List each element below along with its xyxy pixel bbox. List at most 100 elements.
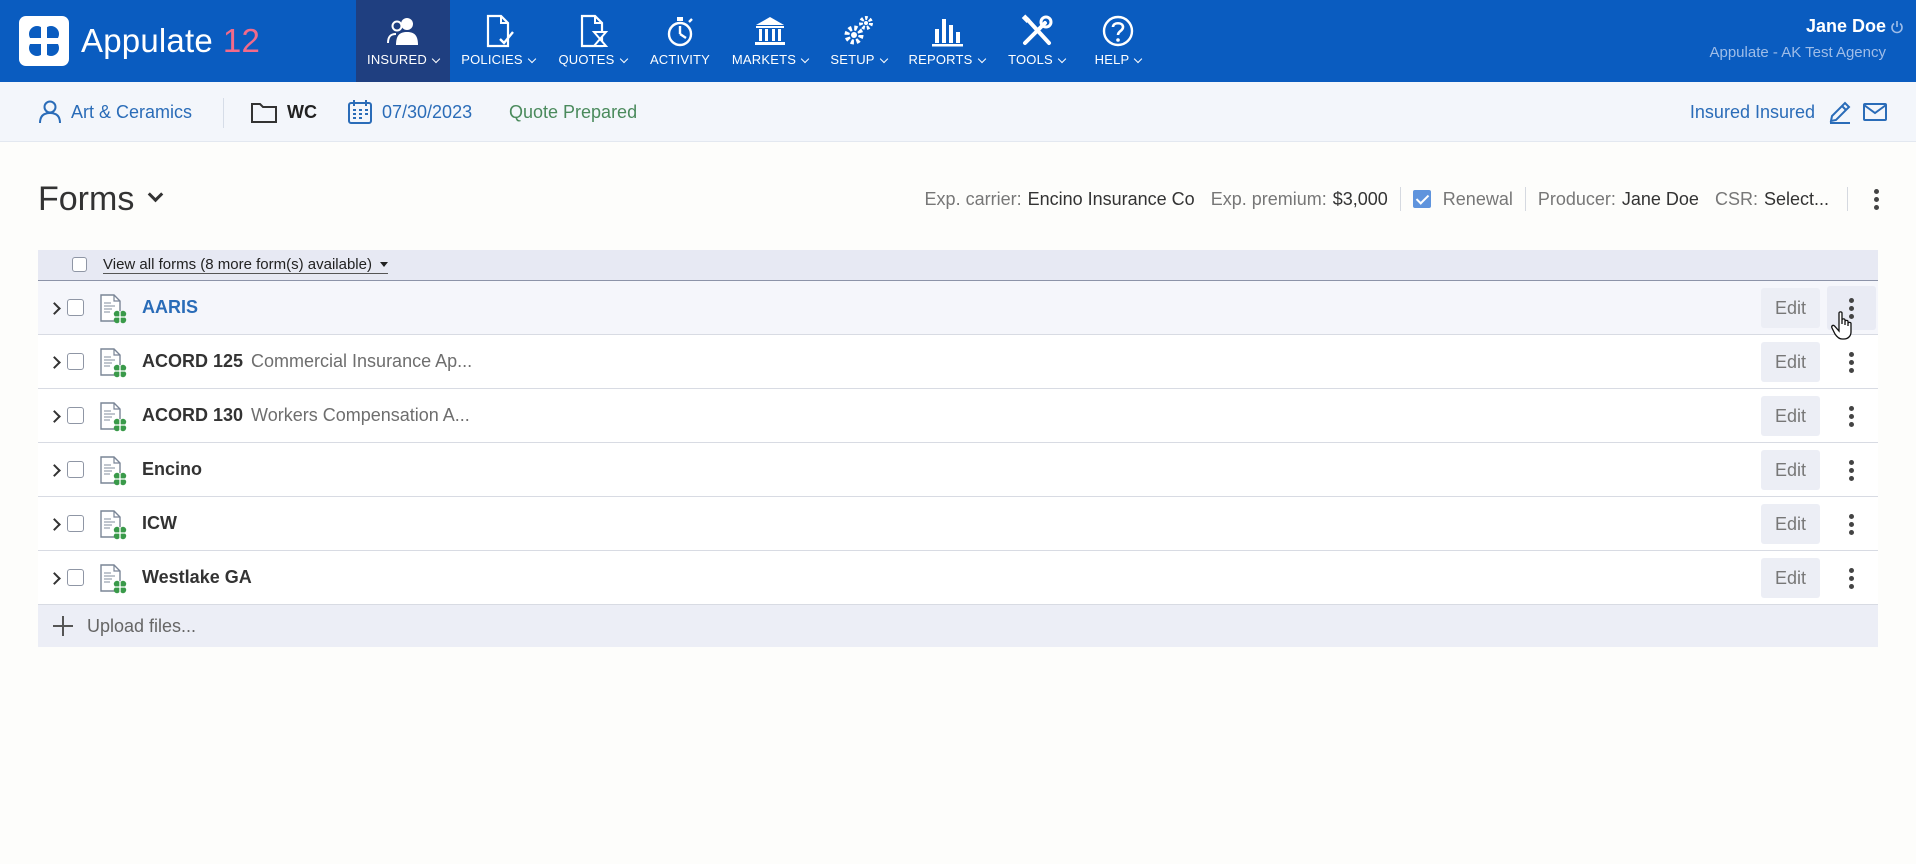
- chevron-right-icon[interactable]: [48, 302, 61, 315]
- upload-files-button[interactable]: Upload files...: [38, 605, 1878, 647]
- chevron-down-icon: [527, 54, 537, 64]
- plus-icon: [53, 616, 73, 636]
- chevron-down-icon: [1057, 54, 1067, 64]
- form-document-icon: [98, 456, 128, 486]
- form-document-icon: [98, 564, 128, 594]
- chevron-down-icon: [619, 54, 628, 64]
- activity-stopwatch-icon: [667, 17, 693, 47]
- row-more-button[interactable]: [1827, 286, 1876, 330]
- chevron-right-icon[interactable]: [48, 356, 61, 369]
- quote-hourglass-icon: [580, 14, 608, 48]
- edit-button[interactable]: Edit: [1761, 342, 1820, 382]
- row-more-button[interactable]: [1827, 448, 1876, 492]
- forms-list: AARIS Edit ACORD 125 Commercial Insurance A…: [38, 281, 1878, 605]
- user-agency: Appulate - AK Test Agency: [1709, 44, 1886, 61]
- renewal-checkbox[interactable]: [1412, 190, 1431, 208]
- insured-link[interactable]: Art & Ceramics: [37, 82, 192, 142]
- row-more-button[interactable]: [1827, 556, 1876, 600]
- tools-wrench-icon: [1021, 14, 1052, 45]
- csr-select[interactable]: Select...: [1764, 189, 1829, 210]
- forms-title-dropdown[interactable]: Forms: [38, 180, 164, 219]
- caret-down-icon: [379, 262, 388, 267]
- form-name: ACORD 130 Workers Compensation A...: [142, 405, 470, 425]
- nav-reports[interactable]: REPORTS: [898, 0, 995, 82]
- row-checkbox[interactable]: [67, 299, 84, 316]
- edit-button[interactable]: Edit: [1761, 504, 1820, 544]
- contact-actions: Insured Insured: [1690, 82, 1888, 142]
- edit-button[interactable]: Edit: [1761, 558, 1820, 598]
- user-name: Jane Doe: [1805, 16, 1886, 36]
- table-row[interactable]: AARIS Edit: [38, 281, 1878, 335]
- chevron-down-icon: [1134, 54, 1143, 64]
- app-logo[interactable]: Appulate 12: [19, 16, 260, 66]
- nav-setup[interactable]: SETUP: [819, 0, 898, 82]
- chevron-right-icon[interactable]: [48, 572, 61, 585]
- nav-activity[interactable]: ACTIVITY: [639, 0, 721, 82]
- nav-quotes[interactable]: QUOTES: [546, 0, 639, 82]
- line-code: WC: [287, 101, 317, 122]
- row-more-button[interactable]: [1827, 340, 1876, 384]
- exp-premium-value[interactable]: $3,000: [1333, 189, 1388, 210]
- more-vertical-icon: [1849, 513, 1854, 535]
- form-name[interactable]: AARIS: [142, 297, 198, 318]
- edit-button[interactable]: Edit: [1761, 396, 1820, 436]
- divider: [1524, 187, 1526, 211]
- exp-carrier-value[interactable]: Encino Insurance Co: [1028, 189, 1195, 210]
- app-version: 12: [222, 22, 260, 59]
- effective-date[interactable]: 07/30/2023: [347, 82, 472, 142]
- nav-insured[interactable]: INSURED: [356, 0, 450, 82]
- table-row[interactable]: ACORD 125 Commercial Insurance Ap... Edit: [38, 335, 1878, 389]
- nav-help[interactable]: HELP: [1078, 0, 1158, 82]
- user-menu[interactable]: Jane Doe Appulate - AK Test Agency: [1709, 16, 1886, 61]
- chevron-right-icon[interactable]: [48, 410, 61, 423]
- table-row[interactable]: Westlake GA Edit: [38, 551, 1878, 605]
- form-name: Encino: [142, 459, 203, 479]
- nav-policies[interactable]: POLICIES: [450, 0, 546, 82]
- table-row[interactable]: ICW Edit: [38, 497, 1878, 551]
- row-checkbox[interactable]: [67, 353, 84, 370]
- form-document-icon: [98, 510, 128, 540]
- chevron-right-icon[interactable]: [48, 464, 61, 477]
- form-document-icon: [98, 402, 128, 432]
- chevron-down-icon: [977, 54, 986, 64]
- select-all-checkbox[interactable]: [72, 257, 87, 272]
- nav-markets[interactable]: MARKETS: [721, 0, 819, 82]
- table-row[interactable]: ACORD 130 Workers Compensation A... Edit: [38, 389, 1878, 443]
- folder-icon: [251, 103, 277, 123]
- more-vertical-icon: [1849, 351, 1854, 373]
- calendar-icon: [348, 100, 372, 124]
- date-value: 07/30/2023: [382, 101, 473, 122]
- producer-value[interactable]: Jane Doe: [1622, 189, 1699, 210]
- producer-label: Producer:: [1537, 188, 1616, 209]
- edit-pencil-icon[interactable]: [1827, 99, 1853, 125]
- line-of-business[interactable]: WC: [250, 82, 317, 142]
- exp-carrier-label: Exp. carrier:: [924, 188, 1022, 209]
- edit-button[interactable]: Edit: [1761, 288, 1820, 328]
- chevron-down-icon: [431, 54, 441, 64]
- contact-name[interactable]: Insured Insured: [1690, 102, 1815, 123]
- main-nav: INSURED POLICIES QUOTES ACTIVITY MARKETS…: [356, 0, 1158, 82]
- csr-label: CSR:: [1714, 188, 1758, 209]
- divider: [1847, 187, 1848, 211]
- row-checkbox[interactable]: [67, 407, 84, 424]
- app-name: Appulate 12: [81, 22, 260, 59]
- insured-context-bar: Art & Ceramics WC 07/30/2023 Quote Prepa…: [0, 82, 1916, 142]
- form-name: ICW: [142, 513, 177, 533]
- row-more-button[interactable]: [1827, 394, 1876, 438]
- form-name: Westlake GA: [142, 567, 252, 587]
- form-name: ACORD 125 Commercial Insurance Ap...: [142, 351, 473, 371]
- table-row[interactable]: Encino Edit: [38, 443, 1878, 497]
- email-envelope-icon[interactable]: [1862, 101, 1888, 123]
- view-all-forms-link[interactable]: View all forms (8 more form(s) available…: [103, 257, 388, 274]
- row-checkbox[interactable]: [67, 461, 84, 478]
- chevron-right-icon[interactable]: [48, 518, 61, 531]
- chevron-down-icon: [148, 186, 164, 203]
- nav-tools[interactable]: TOOLS: [995, 0, 1078, 82]
- edit-button[interactable]: Edit: [1761, 450, 1820, 490]
- help-question-icon: [1102, 15, 1134, 47]
- row-more-button[interactable]: [1827, 502, 1876, 546]
- forms-more-menu-icon[interactable]: [1874, 188, 1879, 210]
- power-logout-icon[interactable]: [1890, 20, 1904, 34]
- row-checkbox[interactable]: [67, 569, 84, 586]
- row-checkbox[interactable]: [67, 515, 84, 532]
